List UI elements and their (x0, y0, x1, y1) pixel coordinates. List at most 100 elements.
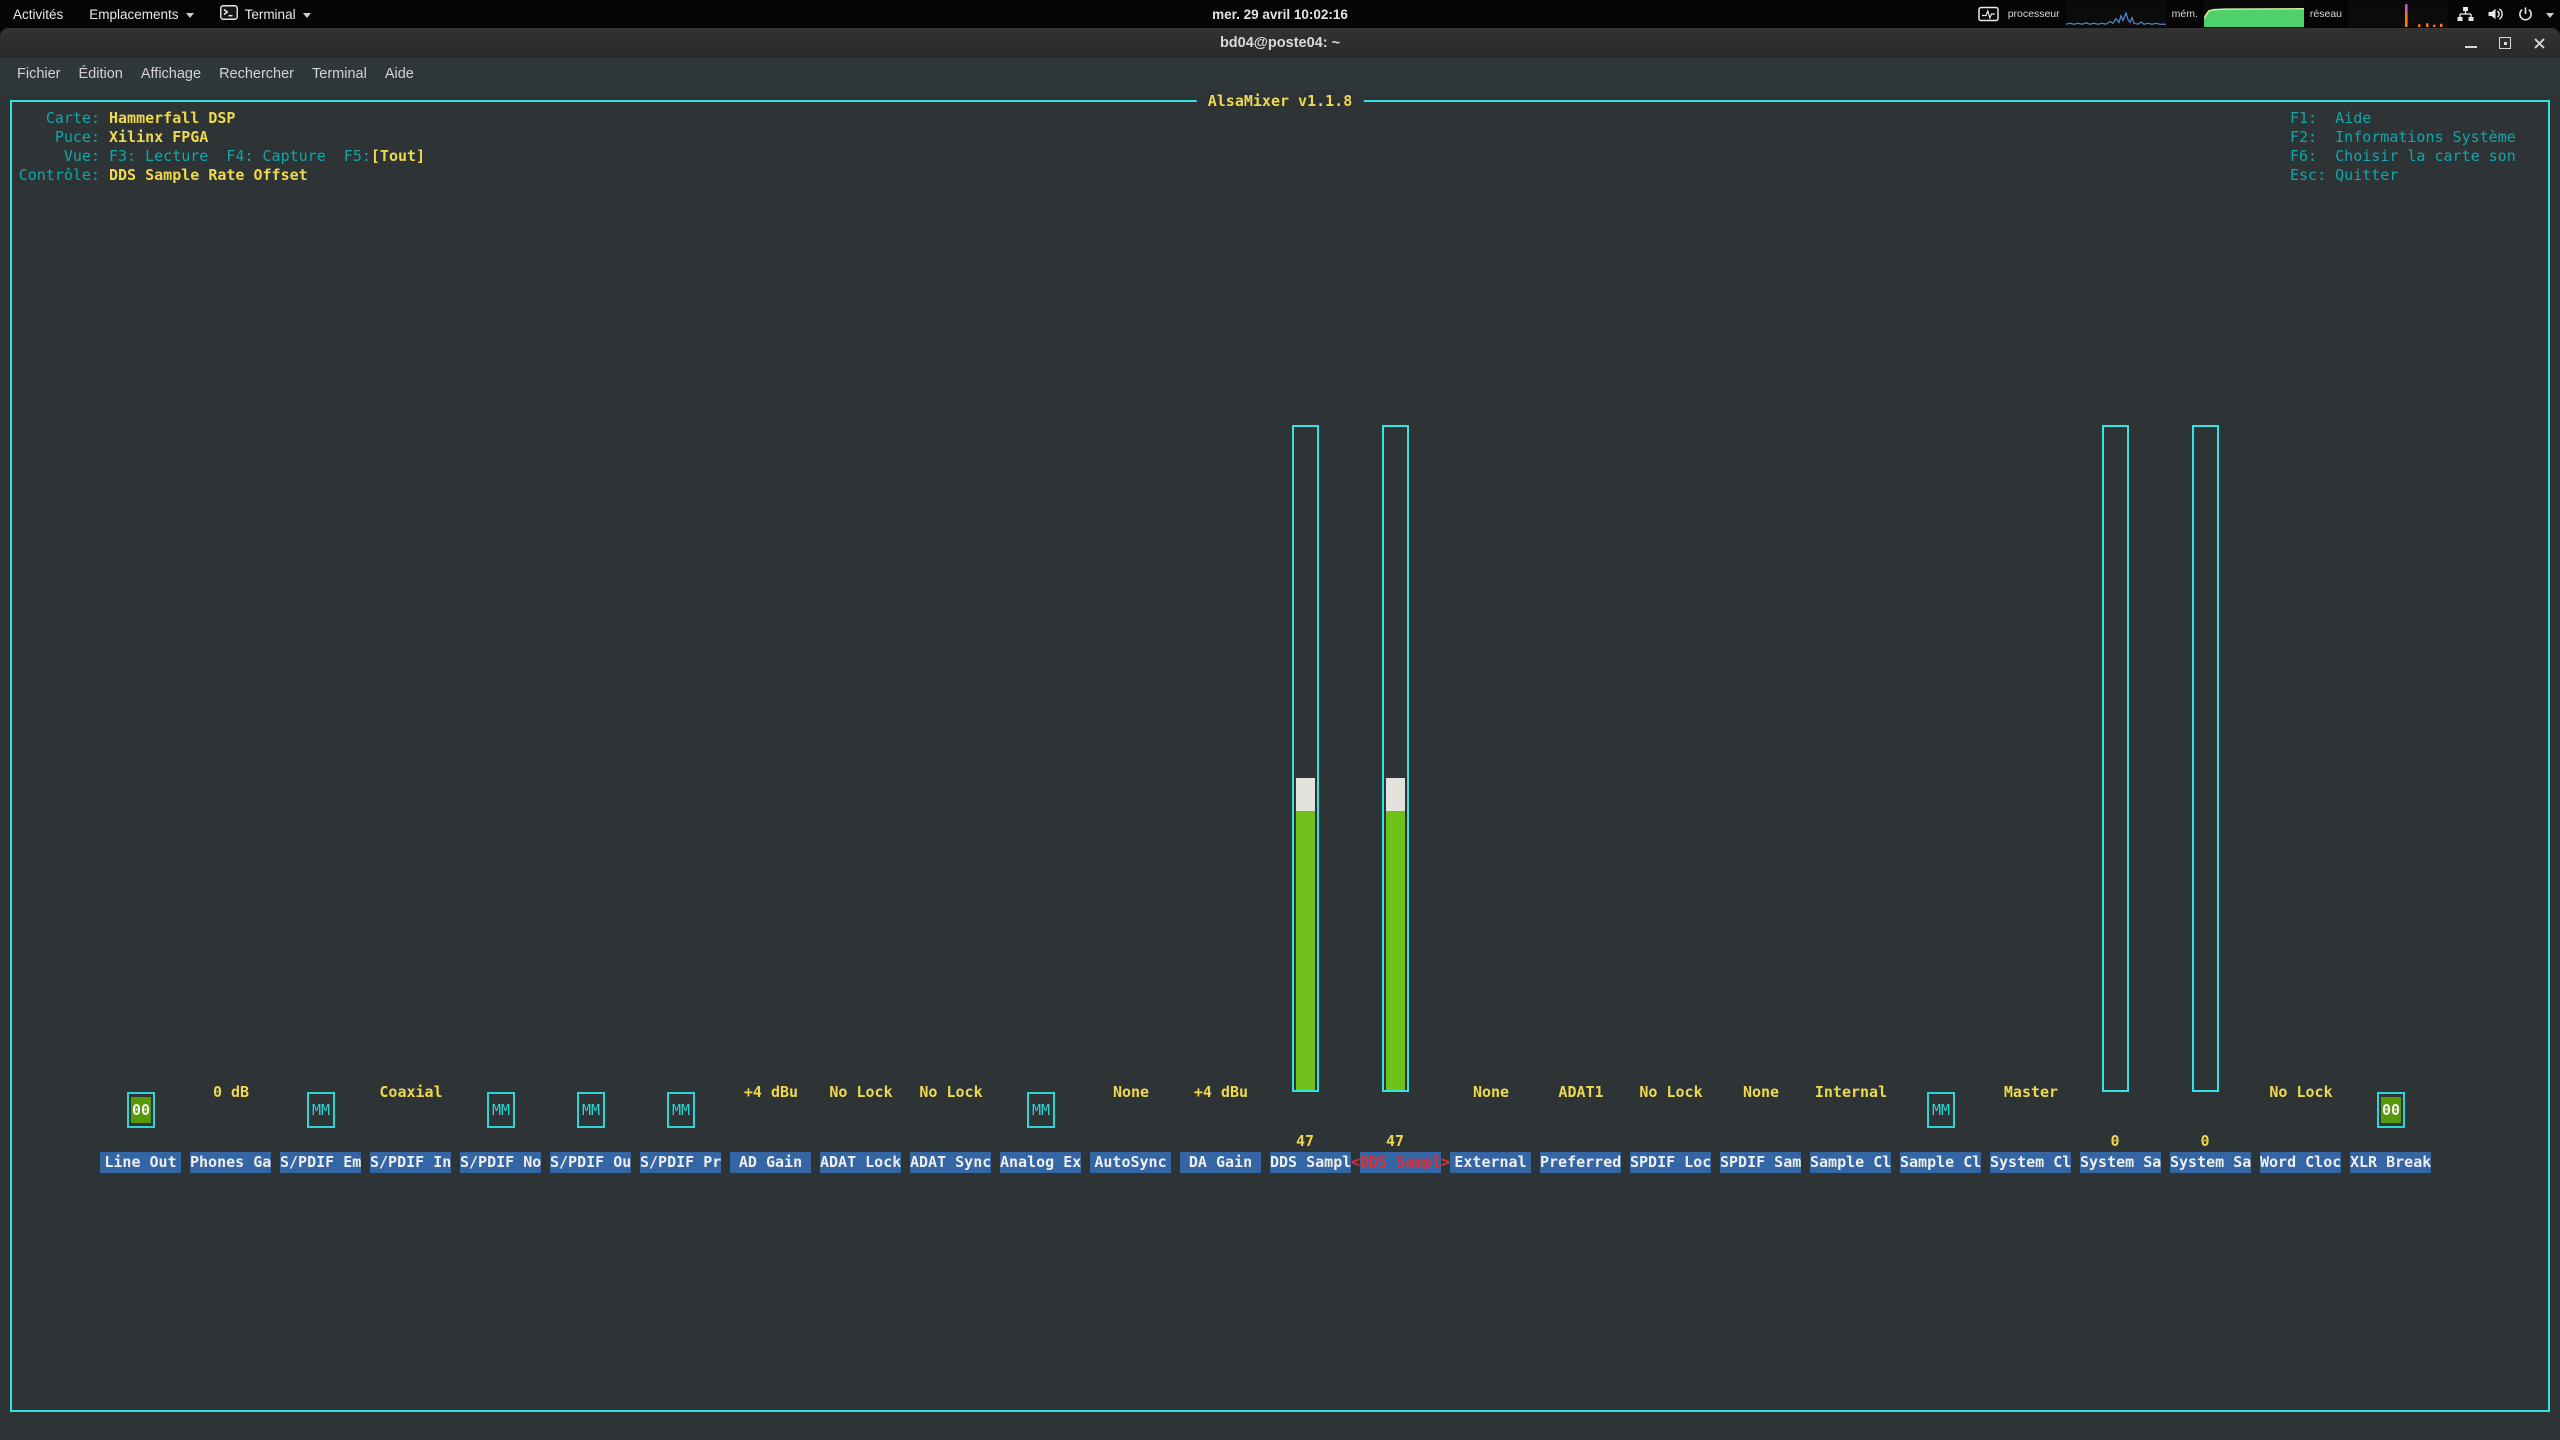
alsamixer-title: AlsaMixer v1.1.8 (1196, 92, 1364, 111)
close-icon (2533, 37, 2545, 49)
maximize-button[interactable] (2494, 32, 2516, 54)
card-label: Carte: (45, 109, 100, 127)
control-label-system-cl-21: System Cl (1990, 1152, 2072, 1173)
control-label-spdif-loc-17: SPDIF Loc (1630, 1152, 1712, 1173)
cpu-monitor-label: processeur (2007, 8, 2060, 20)
network-monitor-label: réseau (2309, 8, 2342, 20)
activities-button[interactable]: Activités (0, 0, 76, 28)
mute-state: MM (581, 1101, 601, 1119)
mute-box-s-pdif-ou-5: MM (577, 1092, 605, 1128)
control-value-system-cl-21: Master (2003, 1083, 2059, 1101)
volume-bar-system-sa-23 (2192, 425, 2219, 1092)
network-icon[interactable] (2450, 0, 2480, 28)
network-graph[interactable] (2348, 1, 2448, 27)
chevron-down-icon[interactable] (2540, 0, 2560, 28)
volume-value-14: 47 (1385, 1132, 1405, 1150)
card-value: Hammerfall DSP (109, 109, 236, 127)
help-line-2: F6: Choisir la carte son (2290, 147, 2516, 165)
mute-state: MM (1931, 1101, 1951, 1119)
minimize-icon (2465, 46, 2477, 48)
gnome-top-bar: Activités Emplacements Terminal mer. 29 … (0, 0, 2560, 28)
control-label-sample-cl-20: Sample Cl (1900, 1152, 1982, 1173)
mute-state: 00 (2381, 1097, 2401, 1123)
mute-state: MM (491, 1101, 511, 1119)
control-label-dds-sampl-13: DDS Sampl (1270, 1152, 1352, 1173)
volume-bar-system-sa-22 (2102, 425, 2129, 1092)
mute-box-s-pdif-pr-6: MM (667, 1092, 695, 1128)
control-label-spdif-sam-18: SPDIF Sam (1720, 1152, 1802, 1173)
volume-icon[interactable] (2480, 0, 2510, 28)
control-label-s-pdif-in-3: S/PDIF In (370, 1152, 452, 1173)
control-label-s-pdif-em-2: S/PDIF Em (280, 1152, 362, 1173)
desktop: Activités Emplacements Terminal mer. 29 … (0, 0, 2560, 1440)
control-label-external-15: External (1450, 1152, 1531, 1173)
control-value-da-gain-12: +4 dBu (1193, 1083, 1249, 1101)
volume-bar-dds-sampl-14 (1382, 425, 1409, 1092)
selection-bracket-left: < (1351, 1153, 1361, 1171)
system-monitor-icon[interactable] (1974, 0, 2004, 28)
control-value-s-pdif-in-3: Coaxial (379, 1083, 443, 1101)
menubar-item-aide[interactable]: Aide (376, 58, 423, 90)
alsamixer-frame (10, 100, 2550, 1412)
places-label: Emplacements (89, 6, 179, 22)
control-label-da-gain-12: DA Gain (1180, 1152, 1261, 1173)
control-label-analog-ex-10: Analog Ex (1000, 1152, 1082, 1173)
control-label-ad-gain-7: AD Gain (730, 1152, 811, 1173)
control-value: DDS Sample Rate Offset (109, 166, 308, 184)
info-line-card: Carte: Hammerfall DSP (10, 109, 236, 128)
places-menu[interactable]: Emplacements (76, 0, 206, 28)
maximize-icon (2499, 37, 2511, 49)
close-button[interactable] (2528, 32, 2550, 54)
terminal-screen[interactable]: AlsaMixer v1.1.8 Carte: Hammerfall DSP P… (0, 90, 2560, 1440)
control-label-system-sa-23: System Sa (2170, 1152, 2252, 1173)
view-label: Vue: (63, 147, 100, 165)
view-mode: [Tout] (370, 147, 426, 165)
chip-value: Xilinx FPGA (109, 128, 209, 146)
control-label-preferred-16: Preferred (1540, 1152, 1622, 1173)
control-label-phones-ga-1: Phones Ga (190, 1152, 272, 1173)
control-label-xlr-break-25: XLR Break (2350, 1152, 2432, 1173)
chip-label: Puce: (54, 128, 100, 146)
terminal-menu-label: Terminal (244, 6, 296, 22)
info-line-control: Contrôle: DDS Sample Rate Offset (10, 166, 308, 185)
chevron-down-icon (185, 12, 194, 18)
menubar-item-edition[interactable]: Édition (70, 58, 132, 90)
control-label-system-sa-22: System Sa (2080, 1152, 2162, 1173)
power-icon[interactable] (2510, 0, 2540, 28)
control-label-adat-sync-9: ADAT Sync (910, 1152, 992, 1173)
clock[interactable]: mer. 29 avril 10:02:16 (1212, 0, 1348, 28)
view-keys: F3: Lecture F4: Capture F5: (109, 147, 371, 165)
volume-value-22: 0 (2110, 1132, 2120, 1150)
menubar: Fichier Édition Affichage Rechercher Termina… (0, 58, 2560, 90)
info-line-chip: Puce: Xilinx FPGA (10, 128, 209, 147)
minimize-button[interactable] (2460, 32, 2482, 54)
control-label-sample-cl-19: Sample Cl (1810, 1152, 1892, 1173)
memory-monitor-label: mém. (2171, 8, 2198, 20)
terminal-app-icon (219, 5, 238, 23)
control-label-autosync-11: AutoSync (1090, 1152, 1171, 1173)
mute-box-sample-cl-20: MM (1927, 1092, 1955, 1128)
mute-state: 00 (131, 1097, 151, 1123)
volume-value-23: 0 (2200, 1132, 2210, 1150)
window-titlebar[interactable]: bd04@poste04: ~ (0, 28, 2560, 59)
help-line-0: F1: Aide (2290, 109, 2372, 127)
control-label-adat-lock-8: ADAT Lock (820, 1152, 902, 1173)
control-value-sample-cl-19: Internal (1814, 1083, 1888, 1101)
mute-box-analog-ex-10: MM (1027, 1092, 1055, 1128)
mute-box-s-pdif-no-4: MM (487, 1092, 515, 1128)
window-title: bd04@poste04: ~ (1219, 35, 1341, 51)
selection-bracket-right: > (1441, 1153, 1451, 1171)
mute-state: MM (1031, 1101, 1051, 1119)
help-line-1: F2: Informations Système (2290, 128, 2516, 146)
unmute-box-line-out-0: 00 (127, 1092, 155, 1128)
control-label-s-pdif-no-4: S/PDIF No (460, 1152, 542, 1173)
info-line-view: Vue: F3: Lecture F4: Capture F5:[Tout] (10, 147, 425, 166)
menubar-item-fichier[interactable]: Fichier (8, 58, 70, 90)
memory-graph[interactable] (2203, 1, 2304, 27)
menubar-item-rechercher[interactable]: Rechercher (210, 58, 303, 90)
terminal-app-menu[interactable]: Terminal (207, 0, 324, 28)
menubar-item-terminal[interactable]: Terminal (303, 58, 376, 90)
menubar-item-affichage[interactable]: Affichage (132, 58, 210, 90)
control-label-word-cloc-24: Word Cloc (2260, 1152, 2342, 1173)
cpu-graph[interactable] (2065, 1, 2166, 27)
